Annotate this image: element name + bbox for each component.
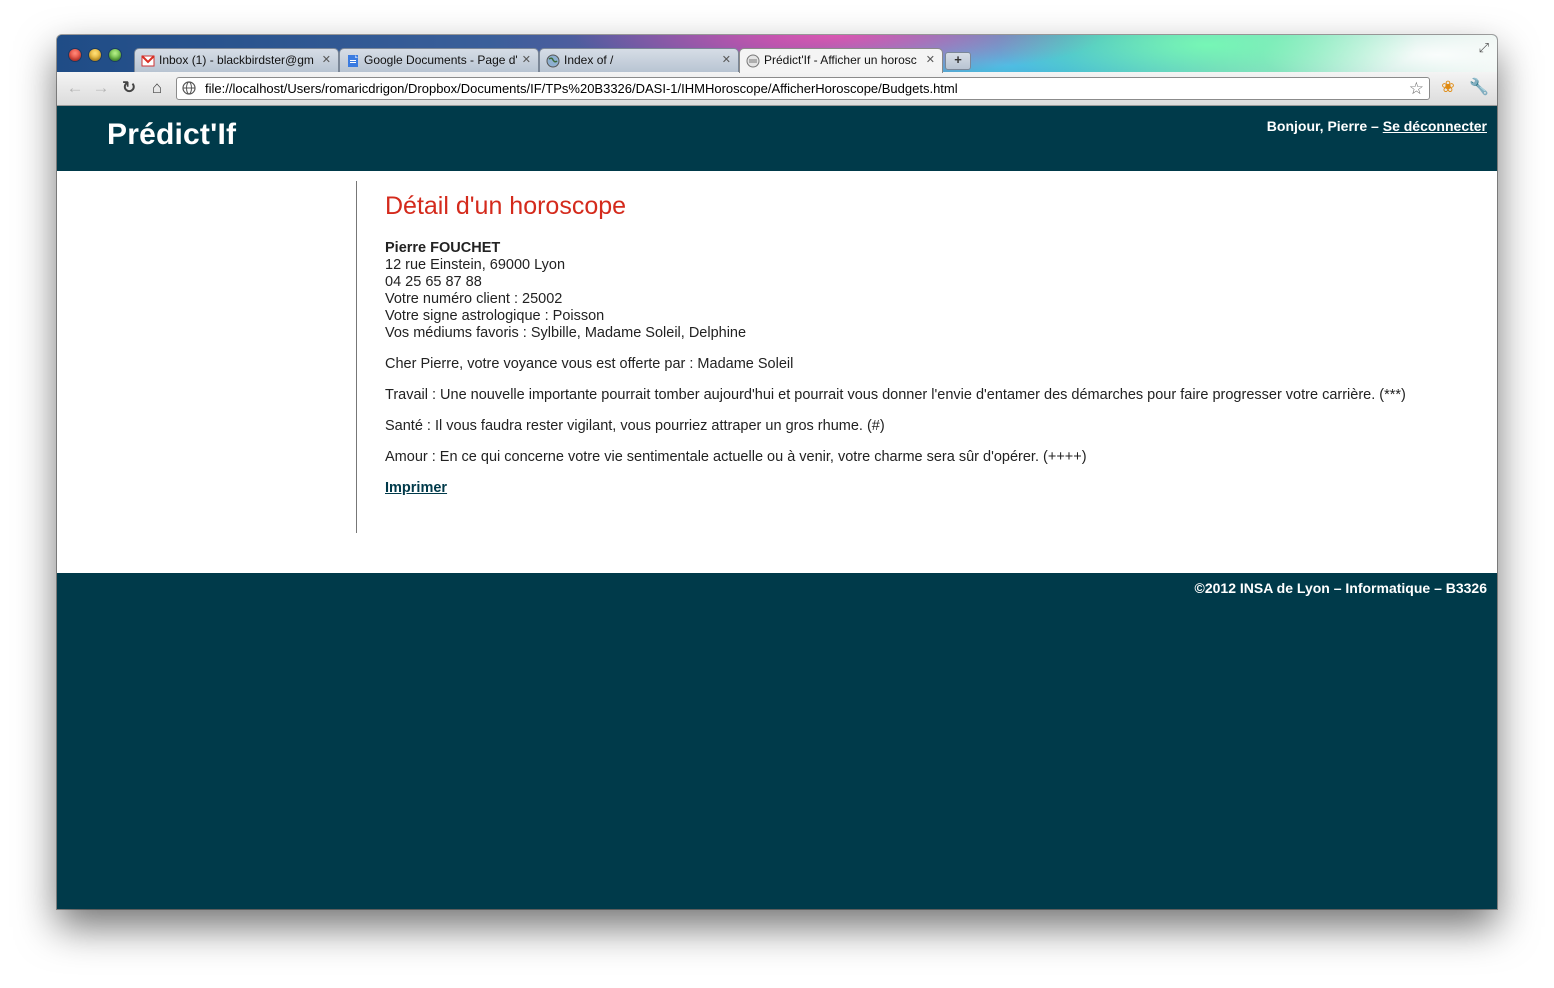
client-name: Pierre FOUCHET <box>385 240 501 256</box>
tab-title: Index of / <box>564 53 614 67</box>
tab-strip: Inbox (1) - blackbirdster@gm ✕ Google Do… <box>57 35 1497 73</box>
page-title: Détail d'un horoscope <box>385 192 627 220</box>
reload-icon[interactable]: ↻ <box>119 78 139 98</box>
tab-title: Google Documents - Page d' <box>364 53 518 67</box>
love-prediction: Amour : En ce qui concerne votre vie sen… <box>385 449 1087 465</box>
left-sidebar <box>57 181 357 533</box>
site-footer: ©2012 INSA de Lyon – Informatique – B332… <box>57 573 1497 909</box>
close-window-button[interactable] <box>69 49 81 61</box>
content-area: Détail d'un horoscope Pierre FOUCHET 12 … <box>57 171 1497 573</box>
browser-window: Inbox (1) - blackbirdster@gm ✕ Google Do… <box>57 35 1497 909</box>
fullscreen-icon[interactable]: ⤢ <box>1479 40 1489 56</box>
browser-toolbar: ← → ↻ ⌂ file://localhost/Users/romaricdr… <box>57 72 1497 106</box>
google-docs-icon <box>348 55 358 67</box>
site-header: Prédict'If Bonjour, Pierre – Se déconnec… <box>57 106 1497 171</box>
tab-index-of[interactable]: Index of / ✕ <box>539 48 739 72</box>
client-info: Pierre FOUCHET 12 rue Einstein, 69000 Ly… <box>385 240 1485 342</box>
client-address: 12 rue Einstein, 69000 Lyon <box>385 257 566 273</box>
page-icon <box>746 54 760 68</box>
minimize-window-button[interactable] <box>89 49 101 61</box>
gmail-icon <box>141 55 155 67</box>
tab-predictif[interactable]: Prédict'If - Afficher un horosc ✕ <box>739 48 943 73</box>
globe-icon <box>546 54 560 68</box>
work-prediction: Travail : Une nouvelle importante pourra… <box>385 387 1406 403</box>
new-tab-button[interactable]: + <box>945 52 971 70</box>
tab-close-icon[interactable]: ✕ <box>322 49 331 72</box>
zoom-window-button[interactable] <box>109 49 121 61</box>
favorite-mediums: Vos médiums favoris : Sylbille, Madame S… <box>385 325 747 341</box>
client-phone: 04 25 65 87 88 <box>385 274 482 290</box>
wrench-icon[interactable]: 🔧 <box>1469 78 1489 98</box>
tab-title: Inbox (1) - blackbirdster@gm <box>159 53 314 67</box>
logout-link[interactable]: Se déconnecter <box>1383 118 1487 134</box>
tab-close-icon[interactable]: ✕ <box>926 49 935 72</box>
tab-title: Prédict'If - Afficher un horosc <box>764 53 917 67</box>
greeting-text: Bonjour, Pierre – <box>1266 118 1383 134</box>
tab-close-icon[interactable]: ✕ <box>522 49 531 72</box>
health-prediction: Santé : Il vous faudra rester vigilant, … <box>385 418 885 434</box>
address-bar[interactable]: file://localhost/Users/romaricdrigon/Dro… <box>176 77 1430 100</box>
address-url[interactable]: file://localhost/Users/romaricdrigon/Dro… <box>205 78 958 99</box>
user-area: Bonjour, Pierre – Se déconnecter <box>1267 118 1487 134</box>
print-link[interactable]: Imprimer <box>385 480 447 496</box>
back-arrow-icon[interactable]: ← <box>65 78 85 98</box>
tab-google-documents[interactable]: Google Documents - Page d' ✕ <box>339 48 539 72</box>
site-logo[interactable]: Prédict'If <box>107 118 236 152</box>
extension-icon[interactable]: ❀ <box>1438 78 1458 98</box>
tab-gmail[interactable]: Inbox (1) - blackbirdster@gm ✕ <box>134 48 339 72</box>
forward-arrow-icon[interactable]: → <box>91 78 111 98</box>
web-page: Prédict'If Bonjour, Pierre – Se déconnec… <box>57 106 1497 909</box>
offered-by-text: Cher Pierre, votre voyance vous est offe… <box>385 356 794 372</box>
bookmark-star-icon[interactable]: ☆ <box>1409 78 1424 99</box>
tab-close-icon[interactable]: ✕ <box>722 49 731 72</box>
copyright-text: ©2012 INSA de Lyon – Informatique – B332… <box>1194 580 1487 596</box>
astrological-sign: Votre signe astrologique : Poisson <box>385 308 605 324</box>
client-number: Votre numéro client : 25002 <box>385 291 563 307</box>
page-info-icon[interactable] <box>182 81 196 95</box>
horoscope-detail: Détail d'un horoscope Pierre FOUCHET 12 … <box>385 189 1485 511</box>
home-icon[interactable]: ⌂ <box>147 78 167 98</box>
